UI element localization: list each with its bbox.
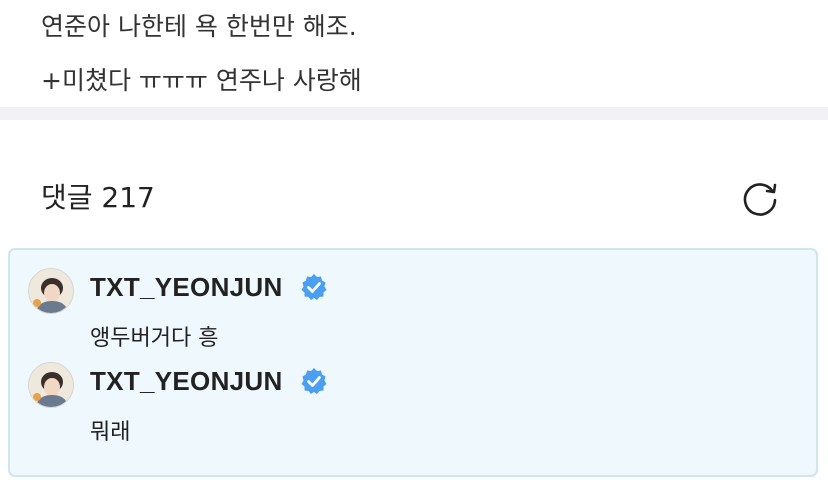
comment-text: 앵두버거다 흥 bbox=[90, 326, 219, 351]
refresh-icon[interactable] bbox=[740, 178, 780, 218]
comment-author[interactable]: TXT_YEONJUN bbox=[90, 366, 283, 397]
avatar[interactable] bbox=[28, 362, 74, 408]
post-body: 연준아 나한테 욕 한번만 해조. +미쳤다 ㅠㅠㅠ 연주나 사랑해 bbox=[41, 0, 362, 108]
comment-author[interactable]: TXT_YEONJUN bbox=[90, 272, 283, 303]
post-line-2: +미쳤다 ㅠㅠㅠ 연주나 사랑해 bbox=[41, 66, 362, 95]
section-divider bbox=[0, 107, 828, 120]
avatar[interactable] bbox=[28, 268, 74, 314]
comments-count: 댓글 217 bbox=[41, 181, 155, 214]
comment-text: 뭐래 bbox=[90, 420, 131, 445]
verified-badge-icon bbox=[300, 367, 328, 395]
post-line-1: 연준아 나한테 욕 한번만 해조. bbox=[41, 12, 357, 41]
verified-badge-icon bbox=[300, 273, 328, 301]
comment-thread: TXT_YEONJUN 앵두버거다 흥 TXT_YEONJUN 뭐래 bbox=[8, 248, 818, 477]
